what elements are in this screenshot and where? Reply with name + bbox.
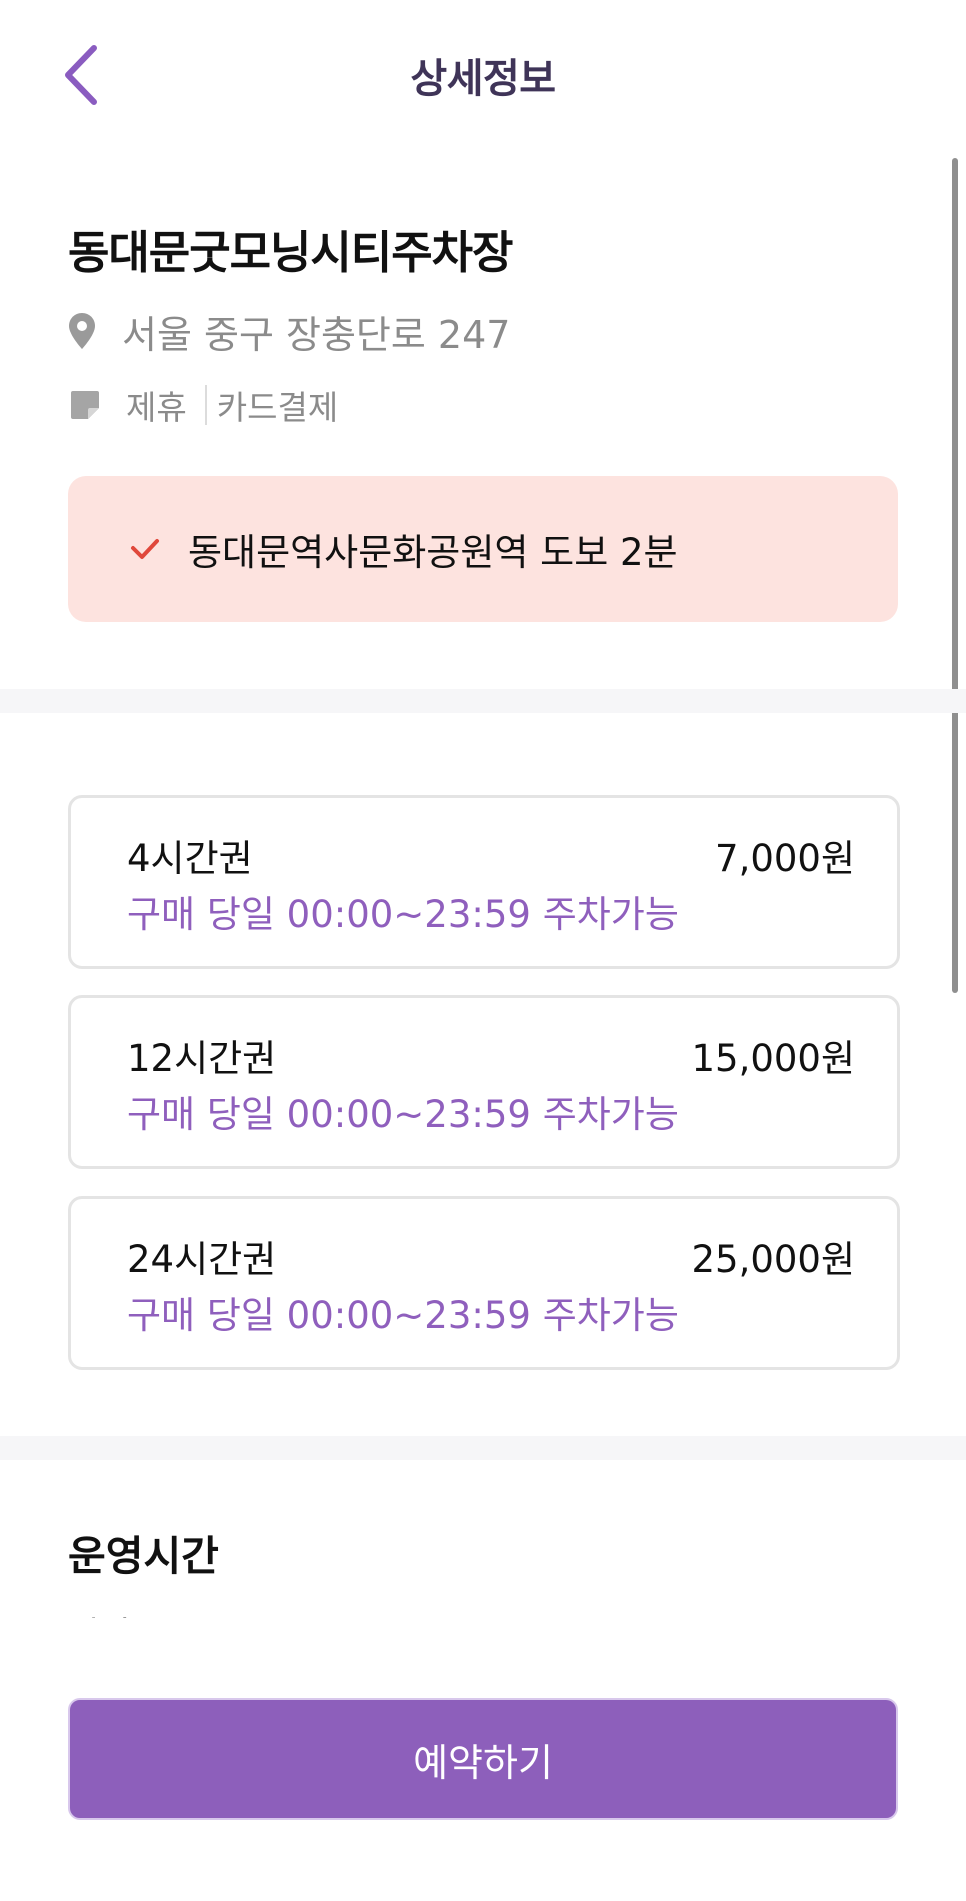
ticket-price: 25,000원 <box>691 1238 855 1281</box>
tag-card-payment: 카드결제 <box>216 388 339 427</box>
notice-text: 동대문역사문화공원역 도보 2분 <box>188 531 678 574</box>
feature-tags: 제휴 카드결제 <box>70 380 338 430</box>
ticket-description: 구매 당일 00:00~23:59 주차가능 <box>127 1093 679 1136</box>
ticket-option-12h[interactable]: 12시간권 15,000원 구매 당일 00:00~23:59 주차가능 <box>68 995 900 1169</box>
sticky-note-icon <box>71 391 99 419</box>
ticket-price: 15,000원 <box>691 1037 855 1080</box>
ticket-name: 24시간권 <box>127 1238 277 1281</box>
ticket-name: 12시간권 <box>127 1037 277 1080</box>
ticket-description: 구매 당일 00:00~23:59 주차가능 <box>127 893 679 936</box>
ticket-option-24h[interactable]: 24시간권 25,000원 구매 당일 00:00~23:59 주차가능 <box>68 1196 900 1370</box>
address-row: 서울 중구 장충단로 247 <box>68 306 511 357</box>
top-bar: 상세정보 <box>0 0 966 150</box>
operating-hours-title: 운영시간 <box>68 1532 219 1580</box>
access-notice: 동대문역사문화공원역 도보 2분 <box>68 476 898 622</box>
address-text: 서울 중구 장충단로 247 <box>122 312 511 357</box>
scrollbar[interactable] <box>952 158 958 993</box>
ticket-price: 7,000원 <box>715 837 855 880</box>
ticket-option-4h[interactable]: 4시간권 7,000원 구매 당일 00:00~23:59 주차가능 <box>68 795 900 969</box>
tag-partner: 제휴 <box>126 388 187 427</box>
tag-divider <box>204 385 207 425</box>
operating-hours-peek: 평일 <box>68 1600 268 1618</box>
ticket-name: 4시간권 <box>127 837 253 880</box>
parking-lot-name: 동대문굿모닝시티주차장 <box>68 226 513 279</box>
ticket-description: 구매 당일 00:00~23:59 주차가능 <box>127 1294 679 1337</box>
section-divider <box>0 1436 966 1460</box>
section-divider <box>0 689 966 713</box>
location-pin-icon <box>69 313 95 349</box>
page-title: 상세정보 <box>410 56 556 102</box>
reserve-button[interactable]: 예약하기 <box>68 1698 898 1820</box>
check-icon <box>131 539 159 559</box>
